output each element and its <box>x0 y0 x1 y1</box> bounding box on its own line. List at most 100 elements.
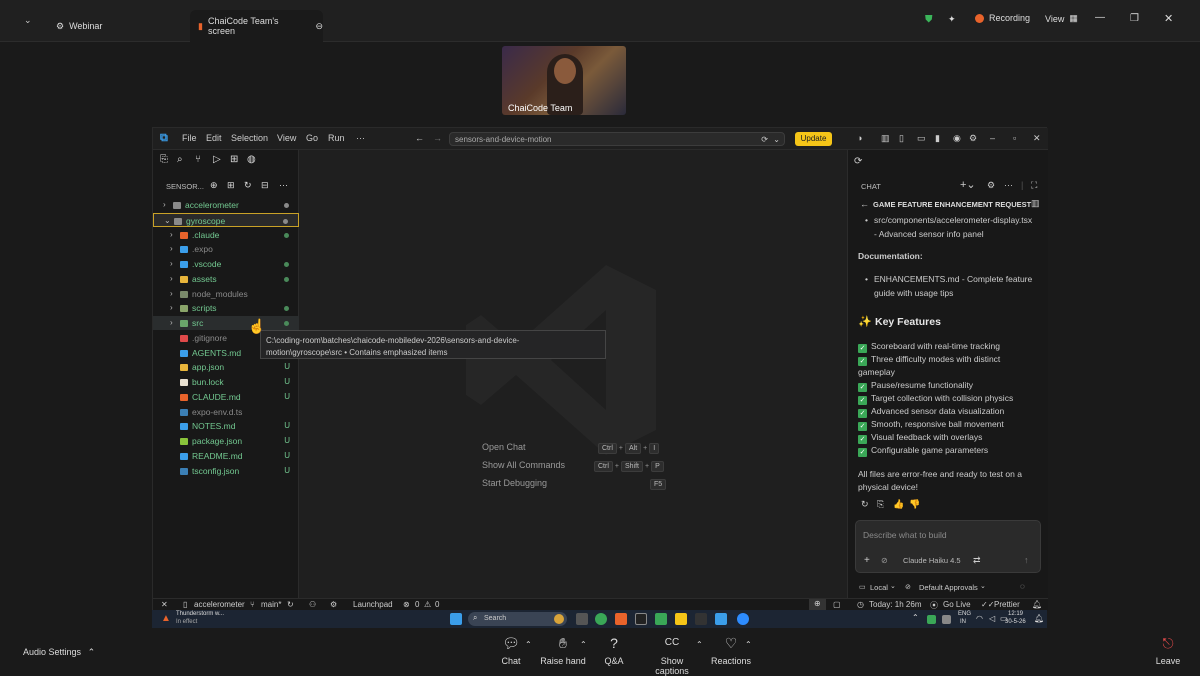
brave-icon[interactable] <box>615 613 627 625</box>
show-captions-button[interactable]: CC Show captions <box>643 634 701 676</box>
menu-selection[interactable]: Selection <box>231 133 268 143</box>
chevron-right-icon[interactable]: › <box>170 228 173 242</box>
status-errors[interactable]: 0 <box>415 600 419 609</box>
command-start-debugging[interactable]: Start Debugging F5 <box>482 478 667 490</box>
menu-run[interactable]: Run <box>328 133 345 143</box>
raise-hand-button[interactable]: ✋︎ Raise hand <box>540 634 586 666</box>
status-warnings[interactable]: 0 <box>435 600 439 609</box>
back-arrow-icon[interactable]: ← <box>860 199 869 209</box>
folder-row[interactable]: › .claude <box>153 228 299 242</box>
chat-button[interactable]: 💬︎ Chat <box>500 634 522 666</box>
weather-title[interactable]: Thunderstorm w... <box>176 611 224 617</box>
thumbs-down-icon[interactable]: 👎 <box>909 499 920 510</box>
command-open-chat[interactable]: Open Chat Ctrl + Alt + I <box>482 442 662 454</box>
settings-gear-icon[interactable]: ⚙ <box>969 133 977 144</box>
notification-icon[interactable]: 🔔︎ <box>1034 614 1044 623</box>
chat-tab-icon[interactable]: ⟳ <box>854 156 862 167</box>
refresh-icon[interactable]: ↻ <box>244 180 252 191</box>
status-today[interactable]: Today: 1h 26m <box>869 600 921 609</box>
close-icon[interactable]: ✕ <box>1164 12 1173 25</box>
retry-icon[interactable]: ↻ <box>861 499 869 510</box>
status-branch[interactable]: main* <box>261 600 281 609</box>
remote-icon[interactable]: ◍ <box>247 154 256 165</box>
task-view-icon[interactable] <box>576 613 588 625</box>
tray-icon[interactable] <box>927 615 936 624</box>
folder-row[interactable]: ⌄ gyroscope <box>153 212 299 228</box>
update-button[interactable]: Update <box>795 132 832 146</box>
layout-icon[interactable]: ▥ <box>1031 198 1040 209</box>
chevron-right-icon[interactable]: › <box>170 242 173 256</box>
recording-indicator[interactable]: Recording <box>975 13 1030 23</box>
new-folder-icon[interactable]: ⊞ <box>227 180 235 191</box>
zoom-taskbar-icon[interactable] <box>737 613 749 625</box>
chevron-right-icon[interactable]: › <box>163 198 166 212</box>
minimize-icon[interactable]: – <box>990 133 995 143</box>
thumbs-up-icon[interactable]: 👍 <box>893 499 904 510</box>
add-context-icon[interactable]: + <box>864 555 870 566</box>
search-icon[interactable]: ⌕ <box>177 154 183 165</box>
file-row[interactable]: bun.lock U <box>153 375 299 389</box>
file-row[interactable]: CLAUDE.md U <box>153 390 299 404</box>
back-arrow-icon[interactable]: ← <box>415 133 424 143</box>
file-row[interactable]: NOTES.md U <box>153 419 299 433</box>
extension-icon[interactable]: ◑ <box>857 133 862 143</box>
tools-icon[interactable]: ⊘ <box>881 556 888 565</box>
chevron-down-icon[interactable]: ⌄ <box>773 133 780 146</box>
extensions-icon[interactable]: ⊞ <box>230 154 238 165</box>
vscode-taskbar-icon[interactable] <box>715 613 727 625</box>
close-icon[interactable]: ✕ <box>1033 133 1041 144</box>
local-selector[interactable]: Local <box>870 583 888 592</box>
chat-input[interactable]: Describe what to build <box>863 530 947 540</box>
chevron-up-icon[interactable]: ⌃ <box>912 613 919 622</box>
send-icon[interactable]: ↑ <box>1024 555 1029 565</box>
qa-button[interactable]: ? Q&A <box>602 634 626 666</box>
folder-row[interactable]: › scripts <box>153 301 299 315</box>
remote-icon[interactable]: ✕ <box>161 600 168 609</box>
chevron-right-icon[interactable]: › <box>170 301 173 315</box>
chevron-down-icon[interactable]: ⌄ <box>164 214 171 228</box>
terminal-icon[interactable] <box>635 613 647 625</box>
explorer-icon[interactable]: ⎘ <box>160 154 168 165</box>
menu-edit[interactable]: Edit <box>206 133 222 143</box>
accounts-icon[interactable]: ◉ <box>953 133 961 144</box>
chevron-up-icon[interactable]: ⌃ <box>525 640 532 649</box>
reactions-button[interactable]: ♡ Reactions <box>711 634 751 666</box>
status-launchpad[interactable]: Launchpad <box>353 600 393 609</box>
chevron-down-icon[interactable]: ⌄ <box>980 582 986 590</box>
status-golive[interactable]: Go Live <box>943 600 971 609</box>
copilot-icon[interactable]: ⟳ <box>761 133 768 146</box>
debug-icon[interactable]: ⚇ <box>309 600 316 609</box>
notification-bell-icon[interactable]: 🔔︎ <box>1032 600 1042 609</box>
file-explorer-icon[interactable] <box>675 613 687 625</box>
folder-row[interactable]: › src <box>153 316 299 330</box>
chevron-up-icon[interactable]: ⌃ <box>580 640 587 649</box>
folder-row[interactable]: › .vscode <box>153 257 299 271</box>
settings-gear-icon[interactable]: ⚙ <box>987 180 995 191</box>
volume-icon[interactable]: ◁ <box>989 614 995 623</box>
approvals-selector[interactable]: Default Approvals <box>919 583 978 592</box>
wifi-icon[interactable]: ◠ <box>976 614 983 623</box>
toggle-primary-sidebar-icon[interactable]: ▯ <box>899 133 904 144</box>
folder-row[interactable]: › accelerometer <box>153 198 299 212</box>
language-1[interactable]: ENG <box>958 611 971 617</box>
source-control-icon[interactable]: ⑂ <box>195 154 201 165</box>
status-device[interactable]: accelerometer <box>194 600 245 609</box>
windows-start-icon[interactable] <box>450 613 462 625</box>
minimize-icon[interactable]: — <box>1095 12 1105 23</box>
chevron-right-icon[interactable]: › <box>170 316 173 330</box>
menu-view[interactable]: View <box>277 133 296 143</box>
status-prettier[interactable]: Prettier <box>994 600 1020 609</box>
new-file-icon[interactable]: ⊕ <box>210 180 218 191</box>
more-actions-icon[interactable]: ··· <box>1004 180 1013 190</box>
run-debug-icon[interactable]: ▷ <box>213 154 221 165</box>
forward-arrow-icon[interactable]: → <box>433 133 442 143</box>
restore-icon[interactable]: ❐ <box>1130 13 1139 24</box>
chevron-down-icon[interactable]: ⌄ <box>890 582 896 590</box>
chevron-right-icon[interactable]: › <box>170 257 173 271</box>
layout-icon[interactable]: ▥ <box>881 133 890 144</box>
menu-go[interactable]: Go <box>306 133 318 143</box>
file-row[interactable]: README.md U <box>153 449 299 463</box>
menu-file[interactable]: File <box>182 133 197 143</box>
sync-icon[interactable]: ↻ <box>287 600 294 609</box>
participant-video[interactable]: ChaiCode Team <box>502 46 626 115</box>
